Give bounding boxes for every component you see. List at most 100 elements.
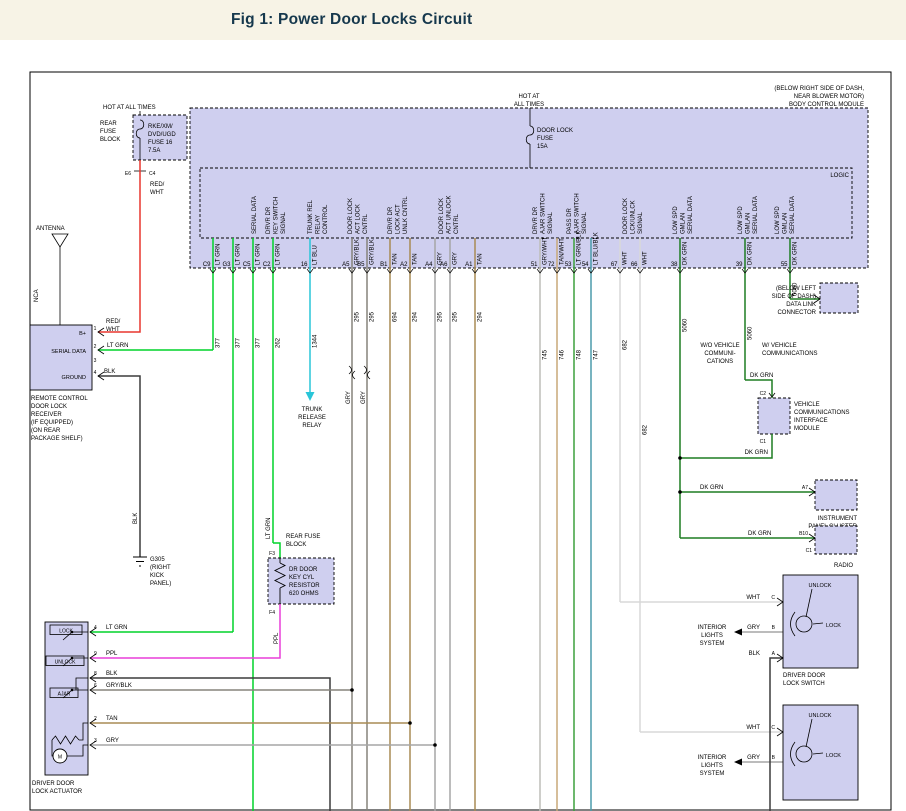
bcm-function-0-line-0: SERIAL DATA	[252, 196, 258, 234]
bcm-function-3-line-0: DOOR LOCK	[348, 198, 354, 234]
wire-color-name: WHT	[623, 251, 629, 265]
dkgrn-label-1: DK GRN	[750, 373, 773, 379]
bcm-function-8-line-0: DOOR LOCK	[623, 198, 629, 234]
wire-circuit-number: 747	[594, 349, 600, 360]
door-lock-fuse-label-line-0: DOOR LOCK	[537, 128, 573, 134]
wire-circuit-number: 262	[276, 337, 282, 348]
vcim-label-line-0: VEHICLE	[794, 402, 820, 408]
ppl-wire-label: PPL	[274, 632, 280, 644]
driver-blk-label: BLK	[749, 651, 760, 657]
driver-switch-lock: LOCK	[826, 623, 841, 629]
fuse-16-label-line-2: FUSE 16	[148, 140, 173, 146]
bcm-function-10-line-1: GMLAN	[746, 213, 752, 234]
unlock-label: UNLOCK	[55, 660, 77, 666]
driver-gry-label: GRY	[747, 625, 760, 631]
junction-dot	[678, 490, 682, 494]
wo-comms-label-line-2: CATIONS	[707, 359, 733, 365]
nca-label: NCA	[34, 289, 40, 302]
w-comms-label-line-1: COMMUNICATIONS	[762, 351, 818, 357]
wire-color-name: TAN/WHT	[560, 238, 566, 265]
fuse-16-label-line-0: RKE/XM/	[148, 124, 173, 130]
pin-f3: F3	[269, 551, 275, 557]
wire-circuit-number: 682	[623, 339, 629, 350]
bcm-pin-G3: G3	[222, 262, 231, 268]
receiver-caption-line-4: (ON REAR	[31, 428, 61, 434]
bcm-function-2-line-1: RELAY	[316, 215, 322, 234]
pass-interior-label: INTERIORLIGHTSSYSTEM	[698, 755, 727, 777]
wire-circuit-number: 294	[478, 311, 484, 322]
bcm-function-6-line-0: DRVR DR	[533, 206, 539, 234]
junction-dot	[350, 688, 354, 692]
receiver-caption-line-1: DOOR LOCK	[31, 404, 67, 410]
wire-color-name: WHT	[643, 251, 649, 265]
driver-switch-caption-line-0: DRIVER DOOR	[783, 673, 826, 679]
wo-comms-label-line-1: COMMUNI-	[704, 351, 735, 357]
g305-label-line-2: KICK	[150, 573, 164, 579]
wire-color-name: GRY/BLK	[370, 239, 376, 265]
resistor-text-line-0: DR DOOR	[289, 567, 318, 573]
g305-label-line-0: G305	[150, 557, 165, 563]
bcm-pin-53: 53	[565, 262, 572, 268]
fuse-16-label-line-1: DVD/UGD	[148, 132, 176, 138]
bcm-function-2-line-2: CONTROL	[323, 204, 329, 234]
contact-dot	[71, 657, 74, 660]
bcm-pin-51: 51	[531, 262, 538, 268]
bcm-location-label-line-2: BODY CONTROL MODULE	[789, 102, 864, 108]
bcm-pin-A1: A1	[465, 262, 473, 268]
actuator-pin-2-color: TAN	[106, 716, 118, 722]
driver-interior-label-line-1: LIGHTS	[701, 633, 723, 639]
wire-color-name: LT GRN/BLK	[577, 231, 583, 265]
bcm-function-10-line-0: LOW SPD	[738, 206, 744, 234]
wire-circuit-number: 5060	[683, 318, 689, 332]
resistor-box	[268, 558, 334, 604]
bcm-function-5-line-2: CNTRL	[454, 213, 460, 234]
dkgrn-label-3: DK GRN	[700, 485, 723, 491]
vcim-label-line-1: COMMUNICATIONS	[794, 410, 850, 416]
wire-color-name: TAN	[413, 253, 419, 265]
bcm-function-9-line-0: LOW SPD	[673, 206, 679, 234]
bcm-function-5-line-1: ACT UNLOCK	[447, 195, 453, 234]
dlc-label-line-0: (BELOW LEFT	[776, 286, 816, 292]
wo-comms-label-line-0: W/O VEHICLE	[700, 343, 739, 349]
bcm-function-7-line-2: SIGNAL	[582, 211, 588, 234]
bcm-function-10-line-2: SERIAL DATA	[753, 196, 759, 234]
antenna-label: ANTENNA	[36, 226, 65, 232]
receiver-redwht-label-line-0: RED/	[106, 319, 121, 325]
contact-dot	[71, 689, 74, 692]
receiver-caption-line-2: RECEIVER	[31, 412, 62, 418]
ipc-box	[815, 480, 857, 510]
motor-label: M	[58, 755, 62, 761]
bcm-location-label-line-0: (BELOW RIGHT SIDE OF DASH,	[774, 86, 864, 92]
vcim-label-line-2: INTERFACE	[794, 418, 828, 424]
receiver-pin-4: 4	[94, 370, 97, 376]
bcm-function-1-line-2: SIGNAL	[281, 211, 287, 234]
fuse-16-label-line-3: 7.5A	[148, 148, 160, 154]
bcm-function-6-line-1: AJAR SWITCH	[541, 193, 547, 234]
door-lock-fuse-label-line-1: FUSE	[537, 136, 553, 142]
hot-label: HOT AT ALL TIMES	[103, 105, 156, 111]
bcm-pin-C2: C2	[263, 262, 271, 268]
driver-interior-label: INTERIORLIGHTSSYSTEM	[698, 625, 727, 647]
bcm-pin-A6: A6	[440, 262, 448, 268]
wire-color-name: GRY	[453, 252, 459, 265]
bcm-pin-A5: A5	[342, 262, 350, 268]
wire-circuit-number: 746	[560, 349, 566, 360]
pass-interior-label-line-2: SYSTEM	[700, 771, 725, 777]
wire-color-name: LT GRN	[256, 244, 262, 265]
radio-label: RADIO	[834, 563, 853, 569]
bcm-function-5-line-0: DOOR LOCK	[439, 198, 445, 234]
bcm-hot-label-line-1: ALL TIMES	[514, 102, 544, 108]
bcm-pin-B5: B5	[357, 262, 365, 268]
dlc-box	[820, 283, 858, 313]
pin-c4: C4	[149, 171, 156, 177]
bcm-pin-C5: C5	[243, 262, 251, 268]
bcm-pin-A4: A4	[425, 262, 433, 268]
wire-circuit-number: 294	[413, 311, 419, 322]
wire-circuit-number: 748	[577, 349, 583, 360]
resistor-text-line-2: RESISTOR	[289, 583, 320, 589]
wire-color-name: LT GRN	[236, 244, 242, 265]
wire-circuit-number: 5060	[748, 326, 754, 340]
rear-fuse-block-label-line-2: BLOCK	[100, 137, 120, 143]
actuator-caption-line-1: LOCK ACTUATOR	[32, 789, 83, 795]
bcm-pin-66: 66	[631, 262, 638, 268]
